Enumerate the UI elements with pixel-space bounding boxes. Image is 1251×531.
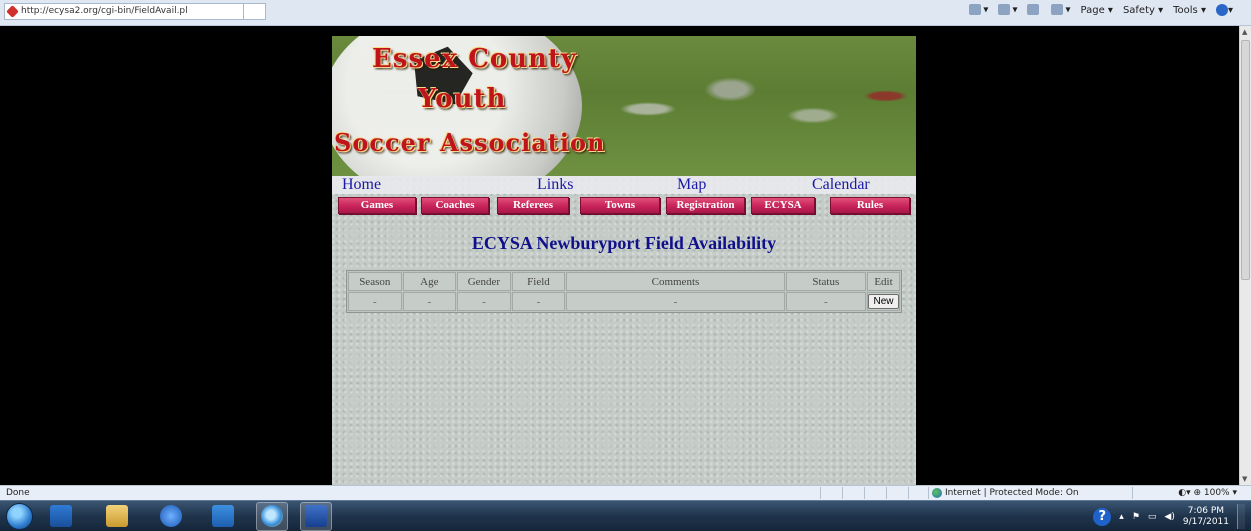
- favicon-icon: [6, 5, 19, 18]
- volume-icon[interactable]: ◀): [1164, 512, 1174, 522]
- help-support-icon[interactable]: ?: [1093, 507, 1112, 526]
- header-status: Status: [785, 272, 866, 291]
- header-edit: Edit: [866, 272, 900, 291]
- header-gender: Gender: [457, 272, 511, 291]
- cell-status: -: [785, 292, 866, 311]
- action-center-flag-icon[interactable]: ⚑: [1132, 512, 1140, 522]
- media-player-icon[interactable]: [50, 505, 72, 527]
- referees-button[interactable]: Referees: [497, 197, 569, 214]
- nav-map-link[interactable]: Map: [677, 176, 706, 194]
- nav-links-link[interactable]: Links: [537, 176, 573, 194]
- cell-age: -: [402, 292, 457, 311]
- internet-explorer-icon: [261, 505, 283, 527]
- vertical-scrollbar[interactable]: ▲ ▼: [1239, 26, 1251, 485]
- clock-time: 7:06 PM: [1187, 505, 1225, 516]
- status-divider: [1132, 487, 1133, 499]
- browser-command-bar: http://ecysa2.org/cgi-bin/FieldAvail.pl …: [0, 0, 1251, 26]
- table-row: - - - - - - New: [348, 292, 900, 311]
- status-divider: [908, 487, 909, 499]
- table-header-row: Season Age Gender Field Comments Status …: [348, 272, 900, 291]
- checkmark-app-icon[interactable]: [212, 505, 234, 527]
- show-desktop-button[interactable]: [1237, 504, 1245, 529]
- system-tray: ? ▴ ⚑ ▭ ◀) 7:06 PM 9/17/2011: [1093, 504, 1245, 529]
- hp-icon[interactable]: [160, 505, 182, 527]
- security-zone[interactable]: Internet | Protected Mode: On: [932, 488, 1079, 498]
- cell-season: -: [348, 292, 402, 311]
- address-bar-end: [244, 3, 266, 20]
- web-page: Essex County Youth Soccer Association Ho…: [332, 36, 916, 485]
- globe-icon: [932, 488, 942, 498]
- status-divider: [864, 487, 865, 499]
- status-divider: [928, 487, 929, 499]
- ecysa-button[interactable]: ECYSA: [751, 197, 815, 214]
- rules-button[interactable]: Rules: [830, 197, 910, 214]
- scrollbar-thumb[interactable]: [1241, 40, 1250, 280]
- status-divider: [886, 487, 887, 499]
- nav-home-link[interactable]: Home: [342, 176, 381, 194]
- scroll-down-icon[interactable]: ▼: [1242, 475, 1247, 483]
- zoom-level[interactable]: ◐▾ ⊕ 100% ▾: [1178, 488, 1237, 498]
- address-url: http://ecysa2.org/cgi-bin/FieldAvail.pl: [21, 6, 188, 16]
- coaches-button[interactable]: Coaches: [421, 197, 489, 214]
- banner-title-line3: Soccer Association: [334, 128, 606, 157]
- cell-edit: New: [866, 292, 900, 311]
- status-text: Done: [6, 488, 30, 498]
- header-comments: Comments: [566, 272, 785, 291]
- file-explorer-icon[interactable]: [106, 505, 128, 527]
- security-zone-text: Internet | Protected Mode: On: [945, 488, 1079, 498]
- cell-gender: -: [457, 292, 511, 311]
- towns-button[interactable]: Towns: [580, 197, 660, 214]
- scroll-up-icon[interactable]: ▲: [1242, 28, 1247, 36]
- header-season: Season: [348, 272, 402, 291]
- site-banner: Essex County Youth Soccer Association: [332, 36, 916, 176]
- tray-expand-icon[interactable]: ▴: [1119, 512, 1124, 522]
- zoom-icon: ⊕: [1193, 488, 1202, 498]
- nav-button-row: Games Coaches Referees Towns Registratio…: [332, 197, 916, 215]
- games-button[interactable]: Games: [338, 197, 416, 214]
- protected-mode-icon[interactable]: ◐▾: [1178, 488, 1190, 498]
- cell-comments: -: [566, 292, 785, 311]
- windows-taskbar: ? ▴ ⚑ ▭ ◀) 7:06 PM 9/17/2011: [0, 500, 1251, 531]
- help-icon[interactable]: ▾: [1215, 4, 1233, 16]
- browser-status-bar: Done Internet | Protected Mode: On ◐▾ ⊕ …: [0, 485, 1251, 500]
- mail-icon[interactable]: [1027, 4, 1041, 16]
- print-icon[interactable]: ▾: [1051, 4, 1071, 16]
- word-icon: [305, 505, 327, 527]
- cell-field: -: [511, 292, 566, 311]
- header-age: Age: [402, 272, 457, 291]
- address-bar[interactable]: http://ecysa2.org/cgi-bin/FieldAvail.pl: [4, 3, 244, 20]
- start-button[interactable]: [6, 503, 33, 530]
- nav-links-row: Home Links Map Calendar: [332, 176, 916, 194]
- zoom-text: 100% ▾: [1201, 488, 1237, 498]
- command-toolbar: ▾ ▾ ▾ Page ▾ Safety ▾ Tools ▾ ▾: [969, 4, 1233, 16]
- clock-date: 9/17/2011: [1182, 516, 1229, 527]
- tools-menu[interactable]: Tools ▾: [1173, 5, 1206, 16]
- page-menu[interactable]: Page ▾: [1081, 5, 1113, 16]
- page-title: ECYSA Newburyport Field Availability: [471, 233, 777, 253]
- nav-calendar-link[interactable]: Calendar: [812, 176, 870, 194]
- new-button[interactable]: New: [868, 294, 899, 309]
- registration-button[interactable]: Registration: [666, 197, 745, 214]
- status-divider: [820, 487, 821, 499]
- banner-title-line1: Essex County: [372, 44, 578, 74]
- status-divider: [842, 487, 843, 499]
- safety-menu[interactable]: Safety ▾: [1123, 5, 1163, 16]
- clock[interactable]: 7:06 PM 9/17/2011: [1183, 506, 1229, 528]
- field-availability-table: Season Age Gender Field Comments Status …: [346, 270, 902, 313]
- home-icon[interactable]: ▾: [969, 4, 988, 16]
- header-field: Field: [511, 272, 566, 291]
- banner-title-line2: Youth: [418, 84, 507, 114]
- feeds-icon[interactable]: ▾: [998, 4, 1017, 16]
- players-image: [582, 44, 912, 174]
- network-icon[interactable]: ▭: [1148, 512, 1157, 522]
